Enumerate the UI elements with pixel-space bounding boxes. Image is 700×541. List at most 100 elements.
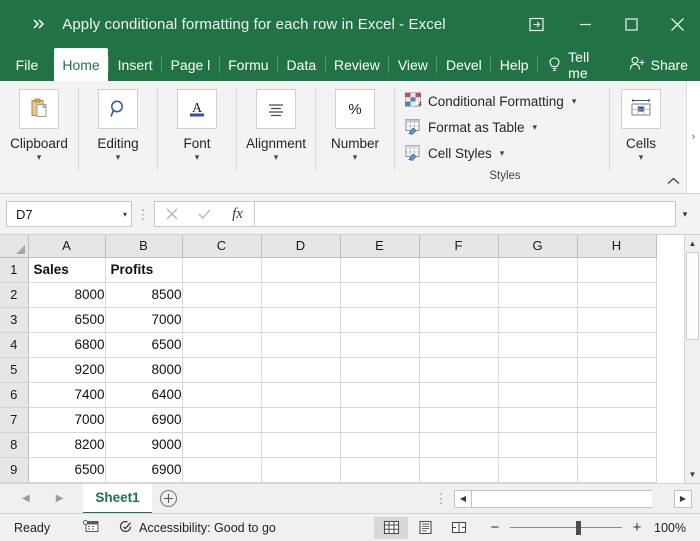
cell-g4[interactable] [498, 332, 578, 358]
cell-h9[interactable] [577, 457, 657, 483]
row-header[interactable]: 5 [0, 357, 29, 383]
column-header-f[interactable]: F [419, 235, 499, 258]
close-icon[interactable] [654, 4, 700, 44]
cell-c8[interactable] [182, 432, 262, 458]
worksheet-grid[interactable]: A B C D E F G H 1 Sales Profits 2 8000 8… [0, 235, 684, 483]
tab-insert[interactable]: Insert [109, 48, 161, 81]
chevron-down-icon[interactable]: ▾ [353, 153, 358, 162]
column-header-b[interactable]: B [105, 235, 183, 258]
cell-e9[interactable] [340, 457, 420, 483]
cell-e3[interactable] [340, 307, 420, 333]
cell-b6[interactable]: 6400 [105, 382, 183, 408]
chevron-down-icon[interactable]: ▾ [37, 153, 42, 162]
cell-d7[interactable] [261, 407, 341, 433]
column-header-h[interactable]: H [577, 235, 657, 258]
format-as-table-button[interactable]: Format as Table ▾ [401, 114, 609, 140]
vertical-dots-icon[interactable]: ⋮ [132, 208, 154, 221]
row-header[interactable]: 6 [0, 382, 29, 408]
cell-e7[interactable] [340, 407, 420, 433]
zoom-in-button[interactable]: + [626, 519, 648, 536]
align-lines-icon[interactable] [256, 89, 296, 129]
cell-a2[interactable]: 8000 [28, 282, 106, 308]
cell-d9[interactable] [261, 457, 341, 483]
cell-b8[interactable]: 9000 [105, 432, 183, 458]
tab-formulas[interactable]: Formu [220, 48, 277, 81]
column-header-a[interactable]: A [28, 235, 106, 258]
column-header-g[interactable]: G [498, 235, 578, 258]
plus-circle-icon[interactable] [152, 489, 186, 508]
cell-b9[interactable]: 6900 [105, 457, 183, 483]
row-header[interactable]: 3 [0, 307, 29, 333]
cell-g9[interactable] [498, 457, 578, 483]
magnifier-icon[interactable] [98, 89, 138, 129]
cell-a6[interactable]: 7400 [28, 382, 106, 408]
triangle-left-icon[interactable]: ◀ [22, 493, 30, 504]
row-header[interactable]: 4 [0, 332, 29, 358]
cell-d4[interactable] [261, 332, 341, 358]
cell-f4[interactable] [419, 332, 499, 358]
triangle-right-icon[interactable]: ▶ [56, 493, 64, 504]
select-all-corner-icon[interactable] [0, 235, 29, 258]
zoom-out-button[interactable]: − [484, 519, 506, 536]
cell-d2[interactable] [261, 282, 341, 308]
tab-help[interactable]: Help [491, 48, 537, 81]
percent-icon[interactable]: % [335, 89, 375, 129]
cell-f3[interactable] [419, 307, 499, 333]
cell-h7[interactable] [577, 407, 657, 433]
tab-data[interactable]: Data [278, 48, 325, 81]
cell-c1[interactable] [182, 257, 262, 283]
minimize-icon[interactable] [562, 4, 608, 44]
cell-c2[interactable] [182, 282, 262, 308]
column-header-e[interactable]: E [340, 235, 420, 258]
row-header[interactable]: 7 [0, 407, 29, 433]
triangle-up-icon[interactable]: ▲ [685, 235, 700, 252]
cell-f8[interactable] [419, 432, 499, 458]
ribbon-group-number[interactable]: % Number ▾ [316, 81, 394, 193]
vertical-scroll-thumb[interactable] [686, 252, 699, 340]
expand-formula-bar-icon[interactable]: ▾ [676, 209, 694, 220]
cell-b4[interactable]: 6500 [105, 332, 183, 358]
triangle-down-icon[interactable]: ▼ [685, 466, 700, 483]
cell-a7[interactable]: 7000 [28, 407, 106, 433]
horizontal-scroll-track[interactable] [472, 489, 652, 508]
chevron-down-icon[interactable]: ▾ [533, 122, 538, 133]
tab-file[interactable]: File [0, 48, 54, 81]
cell-g8[interactable] [498, 432, 578, 458]
cell-h6[interactable] [577, 382, 657, 408]
maximize-icon[interactable] [608, 4, 654, 44]
hscroll-right-button[interactable]: ▶ [674, 489, 692, 508]
cell-f6[interactable] [419, 382, 499, 408]
cell-e1[interactable] [340, 257, 420, 283]
row-header[interactable]: 1 [0, 257, 29, 283]
cell-h3[interactable] [577, 307, 657, 333]
cell-g1[interactable] [498, 257, 578, 283]
share-button[interactable]: Share [621, 48, 700, 81]
cell-d3[interactable] [261, 307, 341, 333]
font-a-icon[interactable]: A [177, 89, 217, 129]
cell-g7[interactable] [498, 407, 578, 433]
cell-d5[interactable] [261, 357, 341, 383]
cell-c4[interactable] [182, 332, 262, 358]
cell-e4[interactable] [340, 332, 420, 358]
clipboard-icon[interactable] [19, 89, 59, 129]
cell-a9[interactable]: 6500 [28, 457, 106, 483]
accessibility-status[interactable]: Accessibility: Good to go [109, 514, 285, 541]
vertical-scrollbar[interactable]: ▲ ▼ [684, 235, 700, 483]
cell-b7[interactable]: 6900 [105, 407, 183, 433]
tab-review[interactable]: Review [326, 48, 389, 81]
ribbon-group-cells[interactable]: Cells ▾ [610, 81, 672, 193]
cell-b3[interactable]: 7000 [105, 307, 183, 333]
conditional-formatting-button[interactable]: ≠ Conditional Formatting ▾ [401, 88, 609, 114]
insert-function-icon[interactable]: fx [221, 202, 254, 226]
chevron-down-icon[interactable]: ▾ [123, 210, 127, 219]
vertical-scroll-track[interactable] [685, 252, 700, 466]
cancel-icon[interactable] [155, 202, 188, 226]
sheet-tab-sheet1[interactable]: Sheet1 [83, 483, 152, 514]
column-header-c[interactable]: C [182, 235, 262, 258]
chevron-down-icon[interactable]: ▾ [500, 148, 505, 159]
ribbon-group-alignment[interactable]: Alignment ▾ [237, 81, 315, 193]
name-box[interactable]: D7 ▾ [6, 201, 132, 227]
chevron-down-icon[interactable]: ▾ [116, 153, 121, 162]
cell-c6[interactable] [182, 382, 262, 408]
cell-c5[interactable] [182, 357, 262, 383]
